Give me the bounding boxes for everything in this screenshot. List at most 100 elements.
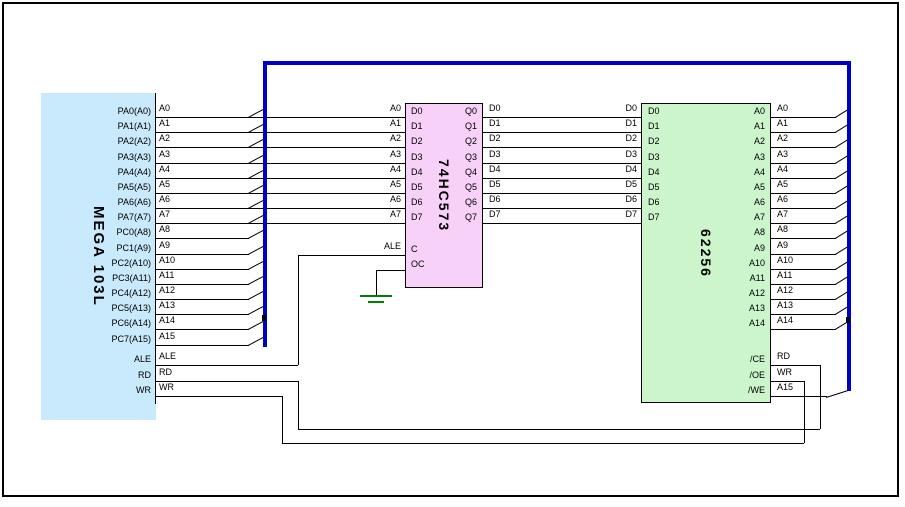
pin-latch-q5: Q5 bbox=[465, 183, 477, 192]
net-label-a13-sram: A13 bbox=[777, 301, 793, 310]
pin-latch-d2: D2 bbox=[411, 137, 423, 146]
pin-sram-a13: A13 bbox=[749, 304, 765, 313]
net-label-a10-sram: A10 bbox=[777, 256, 793, 265]
pin-mcu-pc7-a15: PC7(A15) bbox=[111, 335, 151, 344]
net-label-a11-sram: A11 bbox=[777, 271, 792, 280]
net-label-rd-sram: RD bbox=[777, 352, 790, 361]
net-label-a11-mcu: A11 bbox=[159, 271, 174, 280]
net-label-a14-mcu: A14 bbox=[159, 316, 175, 325]
net-label-d1-right: D1 bbox=[625, 119, 637, 128]
pin-sram-d1: D1 bbox=[648, 122, 660, 131]
pin-latch-q0: Q0 bbox=[465, 107, 477, 116]
pin-mcu-pa0-a0: PA0(A0) bbox=[118, 107, 151, 116]
pin-mcu-ale: ALE bbox=[134, 355, 151, 364]
pin-sram-a5: A5 bbox=[754, 183, 765, 192]
net-label-d7-right: D7 bbox=[625, 210, 637, 219]
net-label-a4-mcu: A4 bbox=[159, 165, 170, 174]
pin-mcu-pa3-a3: PA3(A3) bbox=[118, 153, 151, 162]
pin-sram-a11: A11 bbox=[750, 274, 765, 283]
net-label-a1-mcu: A1 bbox=[159, 119, 170, 128]
net-label-a5-mcu: A5 bbox=[159, 180, 170, 189]
schematic-canvas: MEGA 103L 74HC573 62256 A0A1A2A3A4A5A6A7… bbox=[0, 0, 905, 507]
net-label-a4-latch: A4 bbox=[390, 165, 401, 174]
net-label-d6-right: D6 bbox=[625, 195, 637, 204]
net-label-d5-right: D5 bbox=[625, 180, 637, 189]
net-label-wr-sram: WR bbox=[777, 368, 792, 377]
net-label-d3-right: D3 bbox=[625, 150, 637, 159]
pin-latch-c: C bbox=[411, 245, 418, 254]
pin-latch-q4: Q4 bbox=[465, 168, 477, 177]
labels-layer: A0 A1 A2 A3 A4 A5 A6 A7 A8 A9 A10 A11 A12 A13 A14 A15 A0… bbox=[0, 0, 905, 507]
pin-sram-a6: A6 bbox=[754, 198, 765, 207]
pin-latch-q7: Q7 bbox=[465, 213, 477, 222]
pin-latch-q6: Q6 bbox=[465, 198, 477, 207]
pin-sram-a7: A7 bbox=[754, 213, 765, 222]
pin-sram-a14: A14 bbox=[749, 319, 765, 328]
pin-sram-a9: A9 bbox=[754, 244, 765, 253]
net-label-ale-latch: ALE bbox=[384, 242, 401, 251]
net-label-a6-mcu: A6 bbox=[159, 195, 170, 204]
pin-mcu-pc4-a12: PC4(A12) bbox=[111, 289, 151, 298]
pin-latch-d3: D3 bbox=[411, 153, 423, 162]
net-label-a12-mcu: A12 bbox=[159, 286, 175, 295]
net-label-a10-mcu: A10 bbox=[159, 256, 175, 265]
net-label-d4-left: D4 bbox=[489, 165, 501, 174]
net-label-a6-latch: A6 bbox=[390, 195, 401, 204]
net-label-d0-left: D0 bbox=[489, 104, 501, 113]
pin-mcu-pa2-a2: PA2(A2) bbox=[118, 137, 151, 146]
net-label-a8-sram: A8 bbox=[777, 225, 788, 234]
pin-sram-d4: D4 bbox=[648, 168, 660, 177]
pin-sram-a1: A1 bbox=[754, 122, 765, 131]
mcu-pin-edge bbox=[155, 93, 156, 404]
pin-sram-d6: D6 bbox=[648, 198, 660, 207]
net-label-a3-sram: A3 bbox=[777, 150, 788, 159]
net-label-d2-right: D2 bbox=[625, 134, 637, 143]
net-label-a2-mcu: A2 bbox=[159, 134, 170, 143]
pin-sram-a10: A10 bbox=[749, 259, 765, 268]
pin-sram-a0: A0 bbox=[754, 107, 765, 116]
net-label-wr-mcu: WR bbox=[159, 383, 174, 392]
pin-mcu-wr: WR bbox=[136, 386, 151, 395]
pin-latch-oc: OC bbox=[411, 260, 425, 269]
net-label-a7-mcu: A7 bbox=[159, 210, 170, 219]
pin-latch-d1: D1 bbox=[411, 122, 423, 131]
pin-sram-a4: A4 bbox=[754, 168, 765, 177]
net-label-a3-latch: A3 bbox=[390, 150, 401, 159]
pin-latch-d5: D5 bbox=[411, 183, 423, 192]
pin-mcu-pc2-a10: PC2(A10) bbox=[111, 259, 151, 268]
net-label-a12-sram: A12 bbox=[777, 286, 793, 295]
pin-sram-a2: A2 bbox=[754, 137, 765, 146]
pin-latch-q1: Q1 bbox=[465, 122, 477, 131]
net-label-a4-sram: A4 bbox=[777, 165, 788, 174]
net-label-a9-sram: A9 bbox=[777, 241, 788, 250]
pin-sram-oe: /OE bbox=[749, 371, 765, 380]
pin-sram-a3: A3 bbox=[754, 153, 765, 162]
net-label-a2-sram: A2 bbox=[777, 134, 788, 143]
net-label-a0-mcu: A0 bbox=[159, 104, 170, 113]
net-label-a13-mcu: A13 bbox=[159, 301, 175, 310]
pin-latch-q3: Q3 bbox=[465, 153, 477, 162]
pin-sram-d3: D3 bbox=[648, 153, 660, 162]
net-label-a7-latch: A7 bbox=[390, 210, 401, 219]
net-label-a7-sram: A7 bbox=[777, 210, 788, 219]
net-label-d5-left: D5 bbox=[489, 180, 501, 189]
net-label-rd-mcu: RD bbox=[159, 368, 172, 377]
net-label-a1-latch: A1 bbox=[390, 119, 401, 128]
pin-sram-d0: D0 bbox=[648, 107, 660, 116]
net-label-a9-mcu: A9 bbox=[159, 241, 170, 250]
net-label-d0-right: D0 bbox=[625, 104, 637, 113]
pin-sram-d7: D7 bbox=[648, 213, 660, 222]
pin-mcu-pa7-a7: PA7(A7) bbox=[118, 213, 151, 222]
net-label-a15-mcu: A15 bbox=[159, 332, 175, 341]
pin-mcu-pc5-a13: PC5(A13) bbox=[111, 304, 151, 313]
pin-mcu-pc1-a9: PC1(A9) bbox=[116, 244, 151, 253]
net-label-d2-left: D2 bbox=[489, 134, 501, 143]
ground-symbol-bar2 bbox=[368, 301, 384, 303]
net-label-a0-latch: A0 bbox=[390, 104, 401, 113]
net-label-d4-right: D4 bbox=[625, 165, 637, 174]
net-label-a14-sram: A14 bbox=[777, 316, 793, 325]
pin-latch-q2: Q2 bbox=[465, 137, 477, 146]
pin-mcu-pa5-a5: PA5(A5) bbox=[118, 183, 151, 192]
pin-mcu-pc3-a11: PC3(A11) bbox=[112, 274, 151, 283]
pin-mcu-pc0-a8: PC0(A8) bbox=[116, 228, 151, 237]
